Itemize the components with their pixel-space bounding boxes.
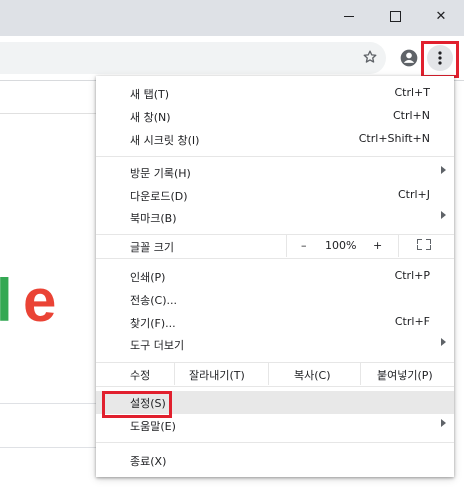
settings-highlight xyxy=(102,391,172,418)
submenu-arrow-icon xyxy=(441,166,446,174)
page-divider xyxy=(0,113,98,114)
cut-button[interactable]: 잘라내기(T) xyxy=(189,367,245,383)
zoom-level: 100% xyxy=(325,239,357,252)
menu-item-shortcut: Ctrl+F xyxy=(394,315,430,328)
submenu-arrow-icon xyxy=(441,338,446,346)
title-bar: ✕ xyxy=(0,0,464,36)
menu-item-shortcut: Ctrl+Shift+N xyxy=(358,132,430,145)
menu-separator xyxy=(96,386,454,387)
menu-item-label: 방문 기록(H) xyxy=(130,167,191,180)
menu-item-shortcut: Ctrl+J xyxy=(397,188,430,201)
menu-item-label: 도움말(E) xyxy=(130,420,176,433)
zoom-out-button[interactable]: – xyxy=(301,239,307,252)
menu-item-shortcut: Ctrl+P xyxy=(394,269,430,282)
bookmark-star-button[interactable] xyxy=(359,46,381,68)
maximize-button[interactable] xyxy=(372,0,418,32)
zoom-label: 글꼴 크기 xyxy=(130,241,174,254)
minimize-icon xyxy=(344,15,354,17)
zoom-divider xyxy=(398,235,399,257)
menu-item-more-tools[interactable]: 도구 더보기 xyxy=(96,333,454,356)
menu-item-print[interactable]: 인쇄(P) Ctrl+P xyxy=(96,265,454,288)
menu-edit-row: 수정 잘라내기(T) 복사(C) 붙여넣기(P) xyxy=(96,363,454,385)
logo-letter-e: e xyxy=(23,267,57,334)
menu-item-find[interactable]: 찾기(F)... Ctrl+F xyxy=(96,311,454,334)
menu-item-label: 새 시크릿 창(I) xyxy=(130,134,200,147)
menu-item-label: 찾기(F)... xyxy=(130,317,176,330)
menu-item-label: 인쇄(P) xyxy=(130,271,166,284)
menu-separator xyxy=(96,258,454,259)
logo-letter-l: l xyxy=(0,267,13,334)
menu-item-history[interactable]: 방문 기록(H) xyxy=(96,161,454,184)
menu-item-shortcut: Ctrl+T xyxy=(394,86,430,99)
menu-item-label: 새 창(N) xyxy=(130,111,171,124)
menu-item-label: 다운로드(D) xyxy=(130,190,188,203)
search-box-top-edge xyxy=(0,403,98,404)
menu-item-downloads[interactable]: 다운로드(D) Ctrl+J xyxy=(96,184,454,207)
edit-divider xyxy=(360,363,361,385)
minimize-button[interactable] xyxy=(326,0,372,32)
edit-divider xyxy=(174,363,175,385)
account-circle-icon xyxy=(400,49,418,67)
menu-item-label: 새 탭(T) xyxy=(130,88,170,101)
chrome-main-menu: 새 탭(T) Ctrl+T 새 창(N) Ctrl+N 새 시크릿 창(I) C… xyxy=(96,76,454,477)
submenu-arrow-icon xyxy=(441,419,446,427)
menu-button-highlight xyxy=(421,41,459,78)
menu-item-label: 종료(X) xyxy=(130,455,167,468)
edit-divider xyxy=(268,363,269,385)
browser-toolbar xyxy=(0,36,464,81)
menu-zoom-row: 글꼴 크기 – 100% + xyxy=(96,235,454,257)
menu-item-bookmarks[interactable]: 북마크(B) xyxy=(96,206,454,229)
menu-item-label: 북마크(B) xyxy=(130,212,177,225)
zoom-divider xyxy=(286,235,287,257)
menu-item-exit[interactable]: 종료(X) xyxy=(96,449,454,472)
address-bar[interactable] xyxy=(0,42,386,74)
star-icon xyxy=(363,50,377,63)
menu-separator xyxy=(96,156,454,157)
menu-item-new-tab[interactable]: 새 탭(T) Ctrl+T xyxy=(96,82,454,105)
fullscreen-icon[interactable] xyxy=(417,239,431,250)
copy-button[interactable]: 복사(C) xyxy=(294,367,331,383)
menu-item-label: 전송(C)... xyxy=(130,294,177,307)
menu-item-incognito[interactable]: 새 시크릿 창(I) Ctrl+Shift+N xyxy=(96,128,454,151)
close-button[interactable]: ✕ xyxy=(418,0,464,32)
menu-item-shortcut: Ctrl+N xyxy=(392,109,430,122)
zoom-in-button[interactable]: + xyxy=(373,239,382,252)
menu-item-label: 도구 더보기 xyxy=(130,339,185,352)
submenu-arrow-icon xyxy=(441,211,446,219)
paste-button[interactable]: 붙여넣기(P) xyxy=(377,367,433,383)
menu-item-cast[interactable]: 전송(C)... xyxy=(96,288,454,311)
maximize-icon xyxy=(389,10,401,22)
menu-item-new-window[interactable]: 새 창(N) Ctrl+N xyxy=(96,105,454,128)
menu-separator xyxy=(96,442,454,443)
profile-button[interactable] xyxy=(397,46,421,70)
search-box-bottom-edge xyxy=(0,447,98,448)
edit-label: 수정 xyxy=(130,369,151,382)
close-icon: ✕ xyxy=(435,8,447,24)
